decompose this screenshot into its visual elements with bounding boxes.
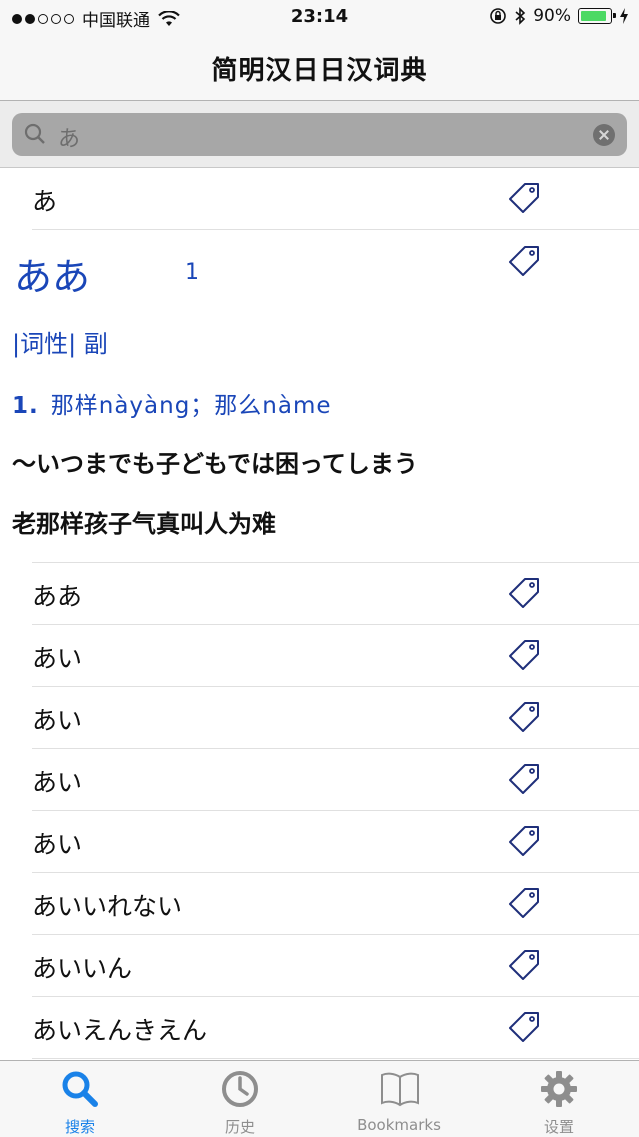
tab-bar: 搜索 历史 Bookmarks 设置 xyxy=(0,1060,639,1137)
list-item-label: あい xyxy=(32,830,83,859)
search-query[interactable]: あ xyxy=(58,121,80,153)
clock-icon xyxy=(222,1071,258,1107)
tab-search[interactable]: 搜索 xyxy=(0,1061,160,1137)
search-icon xyxy=(62,1071,98,1107)
tag-icon[interactable] xyxy=(507,576,541,610)
battery-fill xyxy=(581,11,607,21)
tag-icon[interactable] xyxy=(507,244,541,278)
tag-icon[interactable] xyxy=(507,700,541,734)
tag-icon[interactable] xyxy=(507,948,541,982)
list-item[interactable]: あいいれない xyxy=(32,873,639,935)
orientation-lock-icon xyxy=(490,8,507,24)
results-list: あ ああ 1 |词性| 副 1. 那样nàyàng；那么nàme ～いつまでも子ど… xyxy=(0,168,639,1059)
list-item[interactable]: ああ xyxy=(32,563,639,625)
sense-number: 1. xyxy=(12,393,39,419)
tab-history[interactable]: 历史 xyxy=(160,1061,320,1137)
search-bar: あ xyxy=(0,101,639,168)
tab-label: Bookmarks xyxy=(357,1116,441,1134)
list-item[interactable]: あいえんきえん xyxy=(32,997,639,1059)
list-item-label: あい xyxy=(32,706,83,735)
book-icon xyxy=(381,1072,419,1107)
status-bar: 中国联通 23:14 90% xyxy=(0,0,639,36)
sense-text: 那样nàyàng；那么nàme xyxy=(50,393,332,419)
navigation-bar: 简明汉日日汉词典 xyxy=(0,36,639,101)
list-item[interactable]: あ xyxy=(32,168,639,230)
tab-label: 搜索 xyxy=(64,1118,95,1136)
gear-icon xyxy=(541,1071,577,1107)
tag-icon[interactable] xyxy=(507,638,541,672)
tab-label: 设置 xyxy=(543,1118,574,1136)
list-item-label: ああ xyxy=(32,582,83,611)
search-input[interactable]: あ xyxy=(12,113,627,156)
tag-icon[interactable] xyxy=(507,181,541,215)
tab-bookmarks[interactable]: Bookmarks xyxy=(319,1061,479,1137)
battery-icon xyxy=(578,8,616,24)
status-right: 90% xyxy=(489,6,629,26)
example-chinese: 老那样孩子气真叫人为难 xyxy=(12,510,276,538)
clear-search-icon[interactable] xyxy=(593,124,615,146)
list-item-label: あいえんきえん xyxy=(32,1016,208,1045)
list-item-label: あ xyxy=(32,187,58,216)
tag-icon[interactable] xyxy=(507,762,541,796)
battery-percent: 90% xyxy=(533,6,571,26)
part-of-speech: |词性| 副 xyxy=(12,330,108,358)
list-item-label: あいいん xyxy=(32,954,133,983)
tab-settings[interactable]: 设置 xyxy=(479,1061,639,1137)
tag-icon[interactable] xyxy=(507,886,541,920)
entry-number: 1 xyxy=(185,260,199,285)
list-item[interactable]: あい xyxy=(32,625,639,687)
list-item-label: あい xyxy=(32,644,83,673)
list-item[interactable]: あい xyxy=(32,687,639,749)
charging-icon xyxy=(620,8,628,24)
entry-headword: ああ xyxy=(14,255,91,299)
search-icon xyxy=(24,123,45,144)
example-japanese: ～いつまでも子どもでは困ってしまう xyxy=(12,450,418,478)
list-item-label: あいいれない xyxy=(32,892,183,921)
tag-icon[interactable] xyxy=(507,1010,541,1044)
bluetooth-icon xyxy=(515,7,526,25)
list-item[interactable]: あいいん xyxy=(32,935,639,997)
entry-sense: 1. 那样nàyàng；那么nàme xyxy=(12,386,332,420)
tab-label: 历史 xyxy=(224,1118,255,1136)
tag-icon[interactable] xyxy=(507,824,541,858)
list-item[interactable]: あい xyxy=(32,749,639,811)
list-item-label: あい xyxy=(32,768,83,797)
page-title: 简明汉日日汉词典 xyxy=(211,56,428,86)
entry-detail: ああ 1 |词性| 副 1. 那样nàyàng；那么nàme ～いつまでも子どもで… xyxy=(12,230,639,563)
list-item[interactable]: あい xyxy=(32,811,639,873)
